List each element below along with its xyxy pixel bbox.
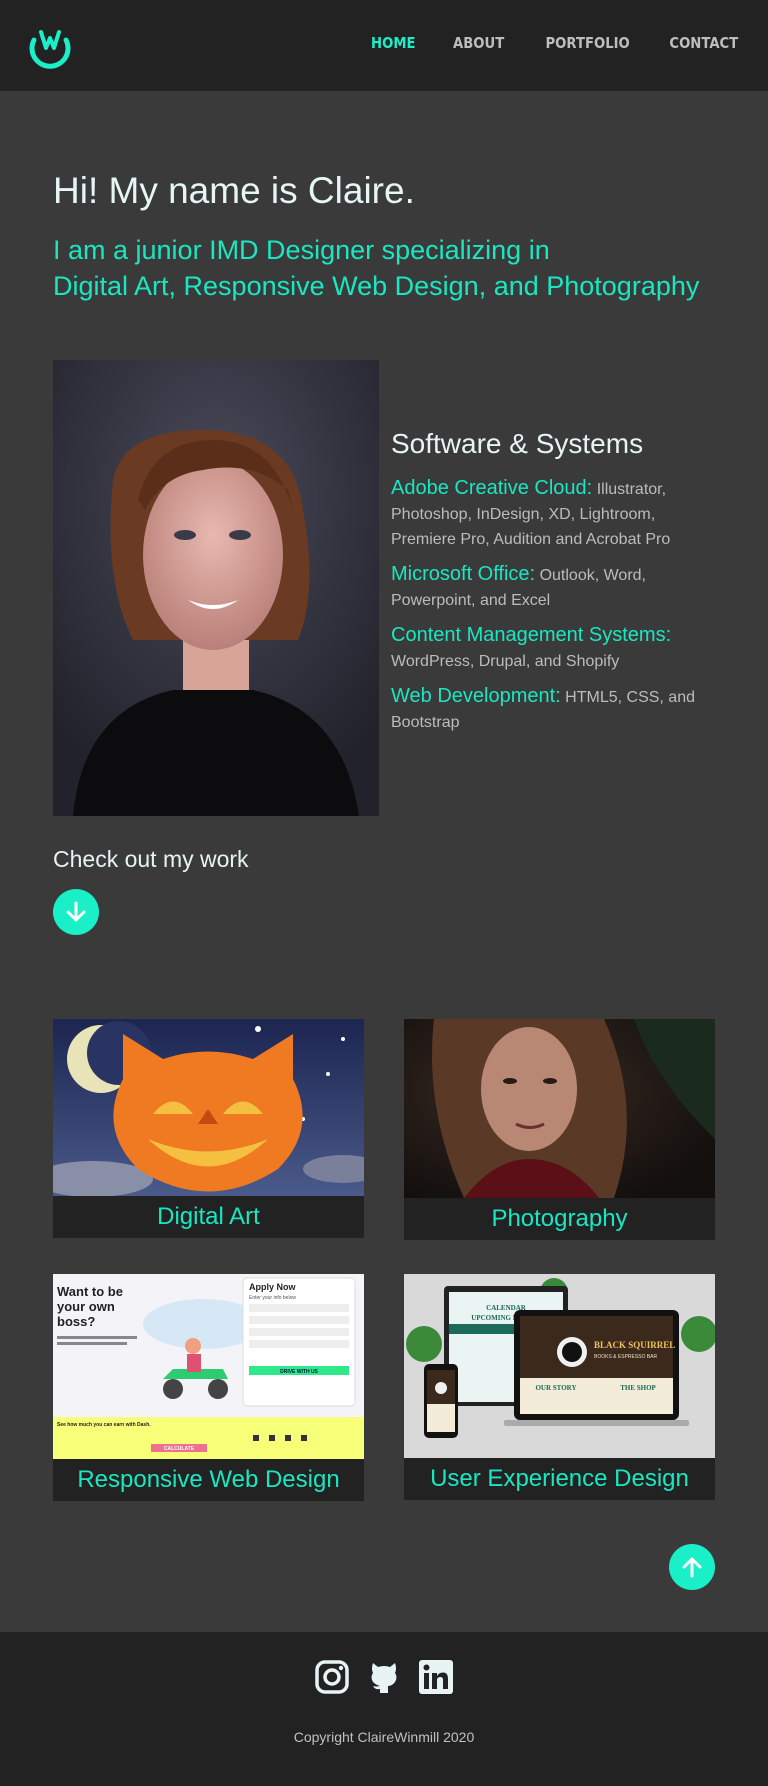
ux-brand-sub: BOOKS & ESPRESSO BAR — [594, 1354, 657, 1360]
skill-detail: WordPress, Drupal, and Shopify — [391, 653, 620, 670]
nav-menu: HOME ABOUT PORTFOLIO CONTACT — [365, 34, 738, 52]
ux-shop: THE SHOP — [620, 1384, 656, 1392]
skill-item: Adobe Creative Cloud: Illustrator, Photo… — [391, 476, 721, 552]
skills-section: Software & Systems Adobe Creative Cloud:… — [391, 428, 721, 745]
portfolio-card-photography[interactable]: Photography — [404, 1019, 715, 1240]
rwd-headline-3: boss? — [57, 1314, 95, 1329]
rwd-form-sub: Enter your info below — [249, 1295, 296, 1301]
back-to-top-button[interactable] — [669, 1544, 715, 1590]
nav-home[interactable]: HOME — [371, 34, 415, 52]
skill-item: Web Development: HTML5, CSS, and Bootstr… — [391, 684, 721, 735]
portrait-photo — [53, 360, 379, 816]
rwd-headline-1: Want to be — [57, 1284, 123, 1299]
card-caption: Photography — [491, 1205, 628, 1232]
w-logo-icon[interactable] — [26, 22, 74, 70]
linkedin-icon[interactable] — [418, 1659, 454, 1695]
card-caption: Digital Art — [157, 1203, 260, 1230]
portfolio-card-responsive-web-design[interactable]: Want to be your own boss? Apply Now Ente… — [53, 1274, 364, 1501]
github-icon[interactable] — [366, 1659, 402, 1695]
nav-about[interactable]: ABOUT — [453, 34, 504, 52]
skill-name: Adobe Creative Cloud: — [391, 477, 593, 499]
rwd-earn: See how much you can earn with Dash. — [57, 1422, 151, 1428]
instagram-icon[interactable] — [314, 1659, 350, 1695]
skill-item: Content Management Systems: WordPress, D… — [391, 623, 721, 674]
skill-name: Web Development: — [391, 685, 561, 707]
skill-name: Content Management Systems: — [391, 624, 672, 646]
nav-contact[interactable]: CONTACT — [669, 34, 738, 52]
work-heading: Check out my work — [53, 846, 249, 872]
footer: Copyright ClaireWinmill 2020 — [0, 1632, 768, 1786]
copyright-text: Copyright ClaireWinmill 2020 — [293, 1729, 475, 1745]
digital-art-thumbnail — [53, 1019, 364, 1196]
card-caption: User Experience Design — [430, 1465, 689, 1492]
nav-portfolio[interactable]: PORTFOLIO — [546, 34, 630, 52]
rwd-form-title: Apply Now — [249, 1282, 296, 1292]
rwd-calc: CALCULATE — [164, 1446, 195, 1452]
portfolio-card-user-experience-design[interactable]: CALENDAR UPCOMING EVENTS BLACK SQUIRREL … — [404, 1274, 715, 1500]
ux-story: OUR STORY — [535, 1384, 576, 1392]
hero-subtitle-line1: I am a junior IMD Designer specializing … — [53, 235, 550, 265]
skill-item: Microsoft Office: Outlook, Word, Powerpo… — [391, 562, 721, 613]
arrow-up-icon — [682, 1557, 702, 1578]
hero-title: Hi! My name is Claire. — [53, 170, 415, 211]
rwd-headline-2: your own — [57, 1299, 115, 1314]
arrow-down-icon — [66, 901, 86, 922]
social-links — [0, 1659, 768, 1695]
user-experience-design-thumbnail: CALENDAR UPCOMING EVENTS BLACK SQUIRREL … — [404, 1274, 715, 1458]
hero-subtitle: I am a junior IMD Designer specializing … — [53, 232, 753, 304]
photography-thumbnail — [404, 1019, 715, 1198]
scroll-down-button[interactable] — [53, 889, 99, 935]
responsive-web-design-thumbnail: Want to be your own boss? Apply Now Ente… — [53, 1274, 364, 1459]
hero-subtitle-line2: Digital Art, Responsive Web Design, and … — [53, 271, 700, 301]
ux-brand: BLACK SQUIRREL — [594, 1340, 675, 1350]
portfolio-card-digital-art[interactable]: Digital Art — [53, 1019, 364, 1238]
skill-name: Microsoft Office: — [391, 563, 536, 585]
rwd-button: DRIVE WITH US — [280, 1369, 318, 1375]
skills-title: Software & Systems — [391, 428, 644, 459]
navbar: HOME ABOUT PORTFOLIO CONTACT — [0, 0, 768, 91]
card-caption: Responsive Web Design — [77, 1466, 340, 1493]
